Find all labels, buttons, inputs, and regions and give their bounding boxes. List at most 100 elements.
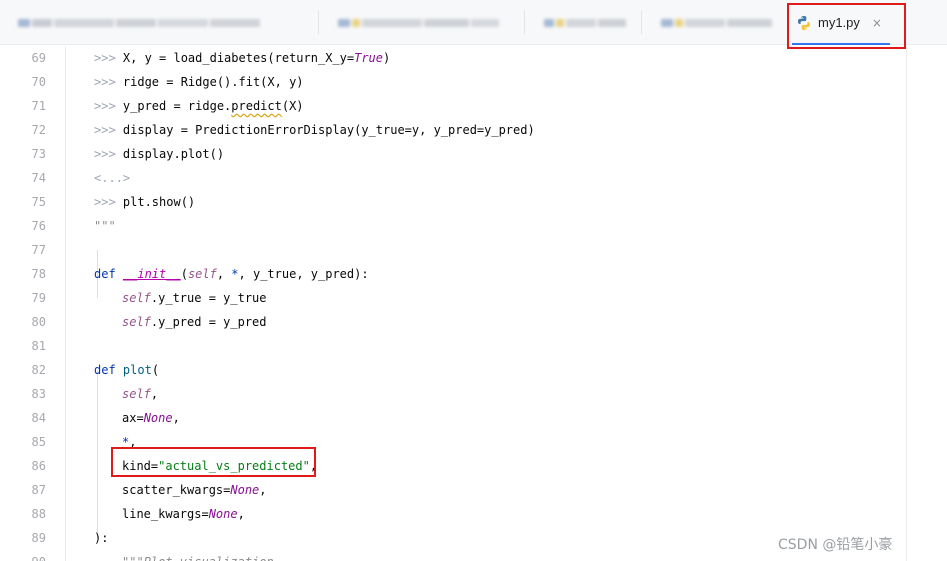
code-line: 74 <...> bbox=[0, 166, 947, 190]
code-line: 77 bbox=[0, 238, 947, 262]
code-line: 79 self.y_true = y_true bbox=[0, 286, 947, 310]
line-number: 76 bbox=[31, 219, 46, 233]
code-token: None bbox=[208, 507, 238, 521]
line-code: """Plot visualization bbox=[122, 550, 274, 561]
line-code: self, bbox=[122, 382, 158, 406]
line-code: line_kwargs=None, bbox=[122, 502, 245, 526]
watermark: CSDN @铅笔小豪 bbox=[778, 537, 893, 553]
tab-blurred-2[interactable] bbox=[320, 0, 520, 45]
editor-tab-bar: my1.py × bbox=[0, 0, 947, 45]
code-line: 84 ax=None, bbox=[0, 406, 947, 430]
code-token: line_kwargs= bbox=[122, 507, 209, 521]
code-token: ( bbox=[151, 363, 160, 377]
code-token: ax= bbox=[122, 411, 144, 425]
code-line: 71 >>> y_pred = ridge.predict(X) bbox=[0, 94, 947, 118]
code-line: 78 def __init__(self, *, y_true, y_pred): bbox=[0, 262, 947, 286]
code-token: , bbox=[309, 459, 318, 473]
code-token: .y_true = y_true bbox=[150, 291, 267, 305]
tab-blurred-1[interactable] bbox=[0, 0, 300, 45]
tab-label: my1.py bbox=[818, 15, 860, 30]
code-token: >>> bbox=[94, 75, 123, 89]
line-number: 90 bbox=[0, 550, 46, 561]
line-code: kind="actual_vs_predicted", bbox=[122, 454, 317, 478]
line-number: 71 bbox=[31, 99, 46, 113]
code-token: ridge = Ridge().fit(X, y) bbox=[122, 75, 304, 89]
code-token: def bbox=[94, 267, 123, 281]
line-code: self.y_true = y_true bbox=[122, 286, 267, 310]
code-token: , bbox=[237, 507, 245, 521]
code-token: , y_true, y_pred): bbox=[238, 267, 369, 281]
code-line: 75 >>> plt.show() bbox=[0, 190, 947, 214]
code-token: >>> bbox=[94, 195, 123, 209]
line-code: >>> display.plot() bbox=[94, 142, 224, 166]
line-number: 73 bbox=[31, 147, 46, 161]
line-number: 70 bbox=[31, 75, 46, 89]
code-token: kind= bbox=[122, 459, 159, 473]
code-token: scatter_kwargs= bbox=[122, 483, 231, 497]
line-code: def __init__(self, *, y_true, y_pred): bbox=[94, 262, 369, 286]
code-token: * bbox=[231, 267, 239, 281]
code-line: 69 >>> X, y = load_diabetes(return_X_y=Tr… bbox=[0, 46, 947, 70]
code-editor[interactable]: 69 >>> X, y = load_diabetes(return_X_y=Tr… bbox=[0, 46, 947, 561]
code-line: 73 >>> display.plot() bbox=[0, 142, 947, 166]
code-token: , bbox=[129, 435, 137, 449]
line-code: """ bbox=[94, 214, 116, 238]
line-code: >>> ridge = Ridge().fit(X, y) bbox=[94, 70, 304, 94]
code-token: .y_pred = y_pred bbox=[150, 315, 267, 329]
code-line: 70 >>> ridge = Ridge().fit(X, y) bbox=[0, 70, 947, 94]
code-token: , bbox=[259, 483, 267, 497]
tab-blurred-4[interactable] bbox=[643, 0, 783, 45]
line-number: 84 bbox=[31, 411, 46, 425]
code-token: y_pred = ridge. bbox=[122, 99, 232, 113]
line-code: >>> y_pred = ridge.predict(X) bbox=[94, 94, 304, 118]
line-code: <...> bbox=[94, 166, 130, 190]
code-token: predict bbox=[231, 99, 282, 113]
code-line: 80 self.y_pred = y_pred bbox=[0, 310, 947, 334]
code-token: plt.show() bbox=[122, 195, 196, 209]
close-icon[interactable]: × bbox=[872, 16, 882, 30]
line-code: >>> display = PredictionErrorDisplay(y_t… bbox=[94, 118, 535, 142]
tab-my1-py[interactable]: my1.py × bbox=[790, 0, 890, 45]
line-code: def plot( bbox=[94, 358, 159, 382]
line-number: 88 bbox=[31, 507, 46, 521]
code-token: None bbox=[230, 483, 260, 497]
code-line: 86 kind="actual_vs_predicted", bbox=[0, 454, 947, 478]
tab-separator bbox=[318, 10, 319, 34]
code-token: None bbox=[143, 411, 173, 425]
code-token: >>> bbox=[94, 51, 123, 65]
line-number: 69 bbox=[31, 51, 46, 65]
line-code: >>> plt.show() bbox=[94, 190, 195, 214]
code-token: self bbox=[122, 291, 151, 305]
code-token: """ bbox=[94, 219, 116, 233]
code-token: plot bbox=[122, 363, 152, 377]
line-number: 86 bbox=[31, 459, 46, 473]
line-code: ax=None, bbox=[122, 406, 180, 430]
code-token: self bbox=[122, 387, 151, 401]
code-token: , bbox=[150, 387, 159, 401]
tab-separator bbox=[524, 10, 525, 34]
code-line: 85 *, bbox=[0, 430, 947, 454]
line-code: *, bbox=[122, 430, 136, 454]
code-line: 72 >>> display = PredictionErrorDisplay(y… bbox=[0, 118, 947, 142]
code-token: True bbox=[354, 51, 383, 65]
code-token: """Plot visualization bbox=[122, 555, 274, 561]
blurred-tab-label bbox=[661, 18, 772, 27]
code-token: __init__ bbox=[122, 267, 181, 281]
code-line: 81 bbox=[0, 334, 947, 358]
python-icon bbox=[798, 15, 810, 30]
line-number: 82 bbox=[31, 363, 46, 377]
blurred-tab-label bbox=[18, 18, 260, 27]
code-token: >>> bbox=[94, 147, 123, 161]
code-token: >>> bbox=[94, 99, 123, 113]
tab-separator bbox=[641, 10, 642, 34]
tab-blurred-3[interactable] bbox=[526, 0, 638, 45]
blurred-tab-label bbox=[544, 18, 626, 27]
code-token: <...> bbox=[94, 171, 131, 185]
line-number: 87 bbox=[31, 483, 46, 497]
line-code: >>> X, y = load_diabetes(return_X_y=True… bbox=[94, 46, 390, 70]
code-line: 88 line_kwargs=None, bbox=[0, 502, 947, 526]
code-token: display = PredictionErrorDisplay(y_true=… bbox=[122, 123, 535, 137]
line-number: 77 bbox=[31, 243, 46, 257]
line-code: self.y_pred = y_pred bbox=[122, 310, 267, 334]
line-number: 79 bbox=[31, 291, 46, 305]
